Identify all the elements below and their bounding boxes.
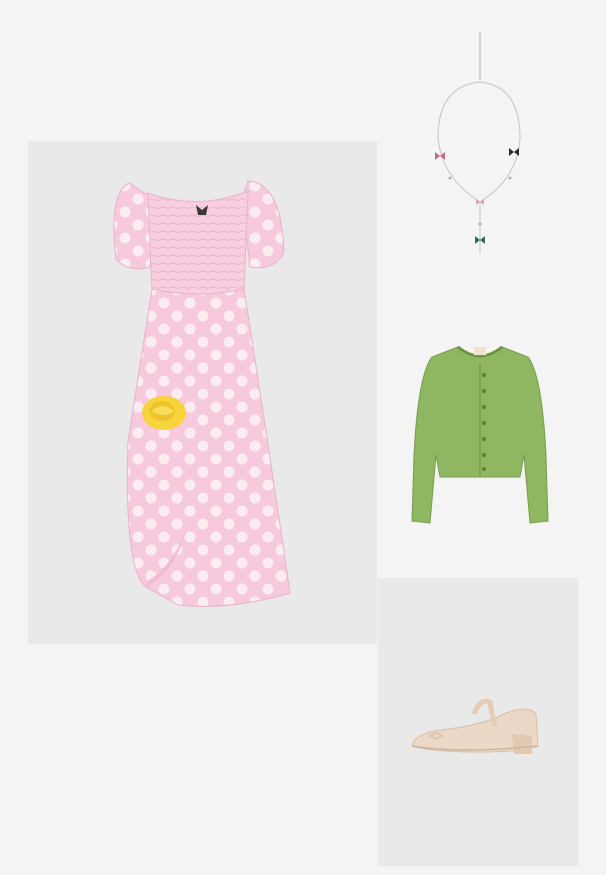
pink-polka-dot-dress-image xyxy=(113,180,291,607)
green-cardigan-image xyxy=(411,345,549,524)
beige-mary-jane-shoe-image xyxy=(411,698,539,754)
butterfly-necklace-image xyxy=(435,32,521,254)
